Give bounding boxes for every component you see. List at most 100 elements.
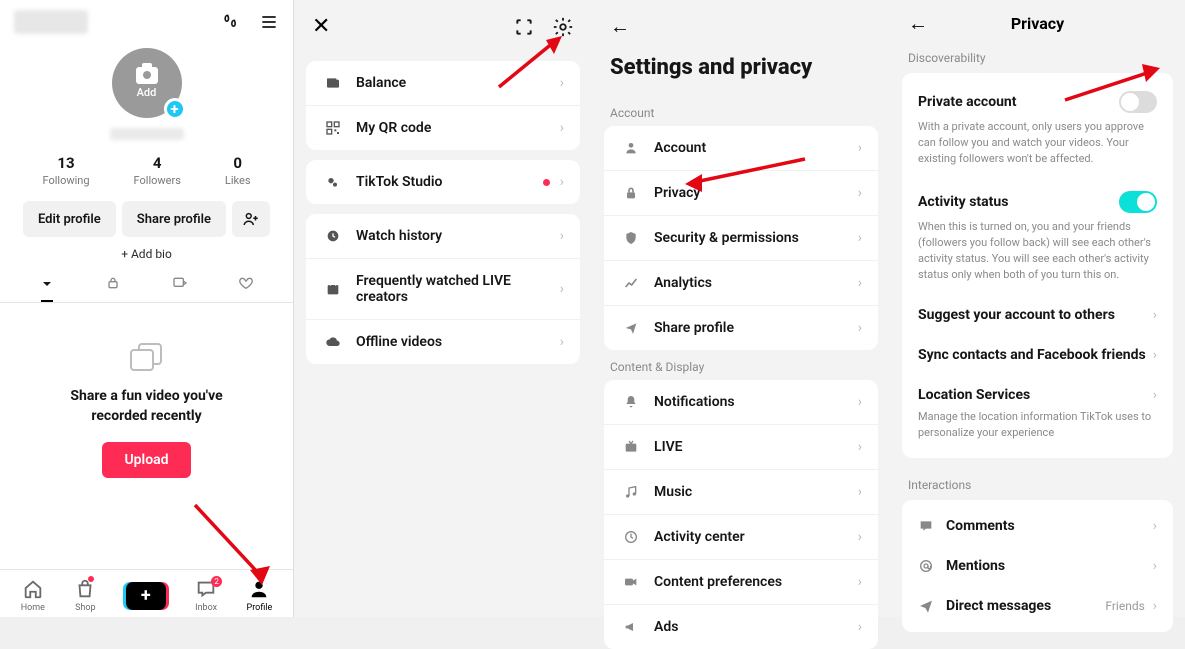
stat-followers[interactable]: 4 Followers (134, 154, 181, 187)
chevron-right-icon: › (858, 439, 862, 455)
chevron-right-icon: › (1153, 598, 1157, 614)
nav-home[interactable]: Home (21, 578, 45, 613)
close-icon[interactable]: ✕ (312, 14, 330, 39)
megaphone-icon (620, 619, 642, 635)
share-profile-row[interactable]: Share profile › (604, 305, 878, 350)
security-row[interactable]: Security & permissions › (604, 215, 878, 260)
nav-shop[interactable]: Shop (74, 578, 96, 613)
stat-likes[interactable]: 0 Likes (225, 154, 251, 187)
location-services-row[interactable]: Location Services › Manage the location … (902, 375, 1173, 453)
camera-icon (136, 67, 158, 84)
chevron-right-icon: › (858, 394, 862, 410)
stat-following[interactable]: 13 Following (42, 154, 89, 187)
section-content-label: Content & Display (592, 350, 890, 380)
menu-icon[interactable] (259, 12, 279, 32)
add-friend-button[interactable] (232, 201, 270, 237)
sync-contacts-row[interactable]: Sync contacts and Facebook friends › (902, 335, 1173, 375)
back-arrow-icon[interactable]: ← (908, 11, 928, 36)
avatar-add[interactable]: Add + (112, 48, 182, 118)
privacy-screen: ← Privacy Discoverability Private accoun… (890, 0, 1185, 617)
notification-dot-icon (543, 179, 550, 186)
comment-icon (918, 518, 934, 534)
tab-repost-icon[interactable] (147, 275, 213, 294)
music-row[interactable]: Music › (604, 469, 878, 514)
chevron-right-icon: › (858, 529, 862, 545)
ads-row[interactable]: Ads › (604, 604, 878, 649)
gear-icon[interactable] (552, 16, 574, 38)
share-prompt-text: Share a fun video you've recorded recent… (57, 387, 237, 426)
tv-icon (620, 439, 642, 455)
avatar-add-label: Add (137, 86, 157, 99)
handle-blur (110, 128, 184, 140)
chevron-right-icon: › (858, 275, 862, 291)
content-preferences-row[interactable]: Content preferences › (604, 559, 878, 604)
analytics-row[interactable]: Analytics › (604, 260, 878, 305)
music-icon (620, 484, 642, 500)
chevron-right-icon: › (1153, 307, 1157, 323)
live-row[interactable]: LIVE › (604, 424, 878, 469)
profile-menu-screen: ✕ Balance › My QR code › TikTok Studio › (294, 0, 592, 617)
nav-create-button[interactable]: + (126, 582, 166, 610)
tab-private-icon[interactable] (80, 275, 146, 294)
chevron-right-icon: › (858, 140, 862, 156)
mentions-row[interactable]: Mentions › (902, 546, 1173, 586)
bell-icon (620, 394, 642, 410)
comments-row[interactable]: Comments › (902, 506, 1173, 546)
upload-button[interactable]: Upload (102, 442, 190, 478)
qr-code-row[interactable]: My QR code › (306, 105, 580, 150)
activity-icon (620, 529, 642, 545)
scan-icon[interactable] (514, 17, 534, 37)
settings-privacy-screen: ← Settings and privacy Account Account ›… (592, 0, 890, 617)
add-bio-button[interactable]: + Add bio (0, 247, 293, 261)
activity-center-row[interactable]: Activity center › (604, 514, 878, 559)
nav-inbox[interactable]: 2 Inbox (195, 578, 217, 613)
chevron-right-icon: › (858, 320, 862, 336)
chevron-right-icon: › (858, 185, 862, 201)
notifications-row[interactable]: Notifications › (604, 380, 878, 424)
tiktok-studio-row[interactable]: TikTok Studio › (306, 160, 580, 204)
private-account-toggle[interactable] (1119, 91, 1157, 113)
section-account-label: Account (592, 96, 890, 126)
tab-dropdown-icon[interactable] (41, 275, 53, 302)
live-calendar-icon (322, 281, 344, 297)
at-icon (918, 558, 934, 574)
balance-row[interactable]: Balance › (306, 61, 580, 105)
watch-history-row[interactable]: Watch history › (306, 214, 580, 258)
chevron-right-icon: › (858, 619, 862, 635)
profile-tabs (0, 275, 293, 303)
username-blur (14, 10, 88, 34)
person-icon (620, 140, 642, 156)
chevron-right-icon: › (560, 281, 564, 297)
direct-messages-row[interactable]: Direct messages Friends › (902, 586, 1173, 626)
section-interactions-label: Interactions (890, 472, 1185, 500)
frequently-watched-row[interactable]: Frequently watched LIVE creators › (306, 258, 580, 319)
chevron-right-icon: › (1153, 518, 1157, 534)
activity-status-toggle[interactable] (1119, 191, 1157, 213)
suggest-account-row[interactable]: Suggest your account to others › (902, 295, 1173, 335)
bottom-nav: Home Shop + 2 Inbox Profile (0, 569, 293, 617)
chevron-right-icon: › (560, 334, 564, 350)
footprints-icon[interactable] (221, 12, 241, 32)
account-row[interactable]: Account › (604, 126, 878, 170)
chevron-right-icon: › (1153, 347, 1157, 363)
edit-profile-button[interactable]: Edit profile (23, 201, 116, 237)
privacy-row[interactable]: Privacy › (604, 170, 878, 215)
share-icon (620, 320, 642, 336)
nav-profile[interactable]: Profile (247, 578, 273, 613)
tab-liked-icon[interactable] (213, 275, 279, 294)
share-profile-button[interactable]: Share profile (122, 201, 226, 237)
chevron-right-icon: › (858, 574, 862, 590)
image-stack-icon (130, 343, 164, 373)
back-arrow-icon[interactable]: ← (610, 14, 630, 39)
send-icon (918, 598, 934, 614)
offline-videos-row[interactable]: Offline videos › (306, 319, 580, 364)
qr-icon (322, 120, 344, 136)
chevron-right-icon: › (1153, 558, 1157, 574)
chevron-right-icon: › (560, 75, 564, 91)
page-title: Privacy (1011, 14, 1064, 33)
plus-badge-icon[interactable]: + (164, 98, 186, 120)
video-icon (620, 574, 642, 590)
private-account-row[interactable]: Private account With a private account, … (902, 79, 1173, 179)
section-discoverability-label: Discoverability (890, 45, 1185, 73)
activity-status-row[interactable]: Activity status When this is turned on, … (902, 179, 1173, 295)
